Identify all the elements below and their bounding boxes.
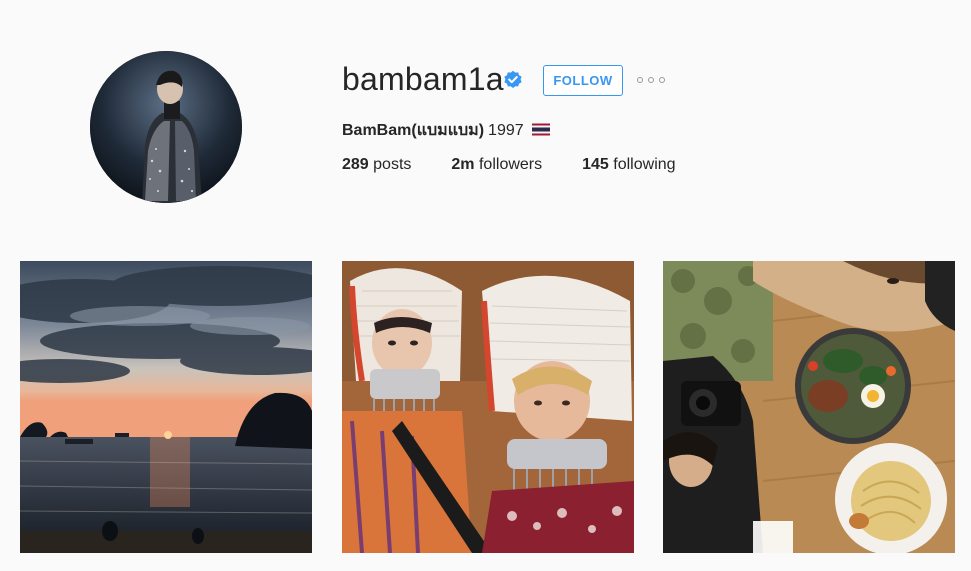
profile-avatar[interactable]	[90, 51, 242, 203]
sunset-beach-photo	[20, 261, 312, 553]
following-stat[interactable]: 145 following	[582, 156, 675, 174]
profile-bio: BamBam(แบมแบม) 1997	[342, 118, 550, 143]
thailand-flag-icon	[531, 123, 550, 136]
following-count: 145	[582, 156, 609, 173]
posts-count-stat: 289 posts	[342, 156, 411, 174]
followers-count: 2m	[451, 156, 475, 173]
posts-count: 289	[342, 156, 369, 173]
posts-label: posts	[373, 156, 412, 173]
hill-tribe-costume-selfie-photo	[342, 261, 634, 553]
profile-full-name: BamBam(แบมแบม)	[342, 122, 485, 139]
more-dot-icon	[659, 77, 665, 83]
following-label: following	[613, 156, 676, 173]
followers-label: followers	[478, 156, 543, 173]
post-thumbnail-costume-selfie[interactable]	[342, 261, 634, 553]
more-dot-icon	[648, 77, 654, 83]
food-table-selfie-photo	[663, 261, 955, 553]
more-dot-icon	[637, 77, 643, 83]
profile-username: bambam1a	[342, 61, 504, 97]
post-thumbnail-sunset-beach[interactable]	[20, 261, 312, 553]
followers-stat[interactable]: 2m followers	[451, 156, 542, 174]
profile-bio-year: 1997	[488, 121, 524, 139]
follow-button[interactable]: FOLLOW	[543, 65, 623, 96]
avatar-image	[90, 51, 242, 203]
verified-badge-icon	[504, 70, 522, 88]
profile-stats: 289 posts 2m followers 145 following	[342, 156, 716, 174]
more-options-button[interactable]	[637, 72, 665, 88]
post-thumbnail-food-selfie[interactable]	[663, 261, 955, 553]
